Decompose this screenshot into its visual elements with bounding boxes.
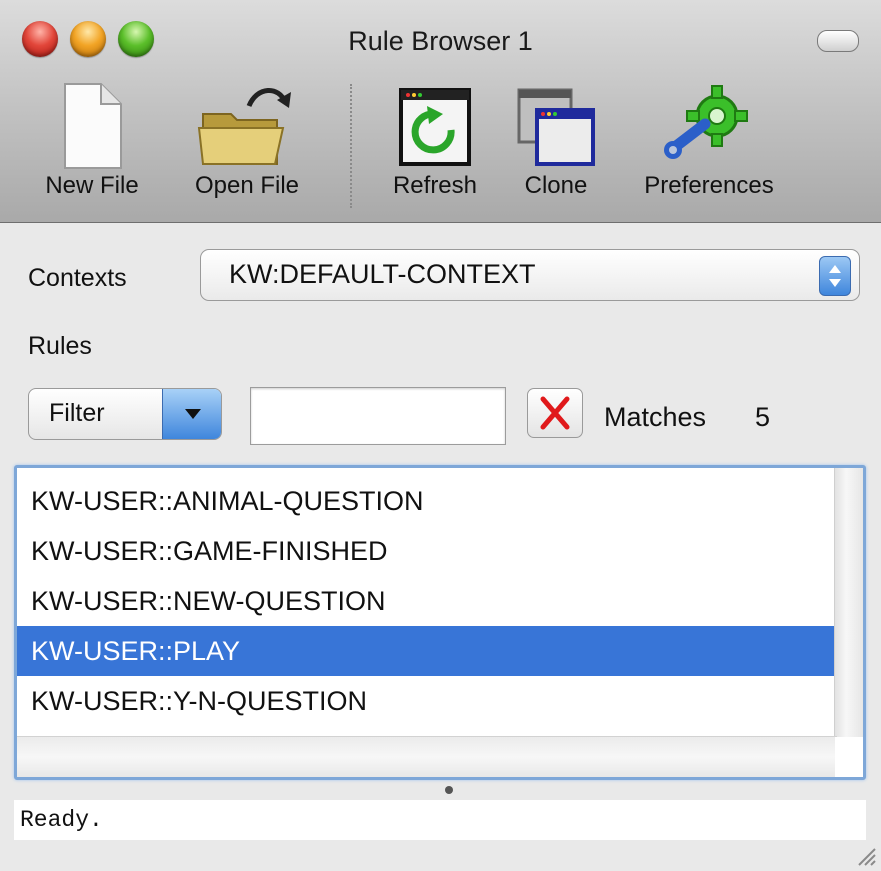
scroll-corner	[835, 737, 863, 777]
list-item[interactable]: KW-USER::GAME-FINISHED	[17, 526, 837, 576]
chevron-down-icon	[162, 389, 221, 439]
filter-search-input[interactable]	[250, 387, 506, 445]
popup-stepper-icon	[819, 256, 851, 296]
list-item[interactable]: KW-USER::Y-N-QUESTION	[17, 676, 837, 726]
horizontal-scrollbar[interactable]	[17, 736, 837, 777]
list-item-selected[interactable]: KW-USER::PLAY	[17, 626, 837, 676]
open-file-button[interactable]: Open File	[178, 80, 316, 200]
clear-filter-button[interactable]	[527, 388, 583, 438]
document-icon	[57, 80, 127, 172]
new-file-button[interactable]: New File	[30, 80, 154, 200]
preferences-label: Preferences	[644, 172, 774, 199]
refresh-button[interactable]: Refresh	[376, 80, 494, 200]
open-file-label: Open File	[194, 172, 300, 199]
resize-grip-icon[interactable]	[853, 843, 877, 867]
contexts-label: Contexts	[28, 264, 127, 292]
splitter-handle[interactable]	[445, 786, 453, 794]
close-icon	[540, 396, 570, 430]
status-bar: Ready.	[14, 800, 866, 840]
title-toolbar-bar: Rule Browser 1 New File Open File Refres…	[0, 0, 881, 223]
filter-value: Filter	[49, 399, 105, 427]
rules-heading: Rules	[28, 332, 92, 360]
refresh-icon	[395, 80, 475, 172]
clone-windows-icon	[513, 80, 599, 172]
refresh-label: Refresh	[392, 172, 478, 199]
toolbar-separator	[350, 84, 352, 208]
rules-list-items: KW-USER::ANIMAL-QUESTION KW-USER::GAME-F…	[17, 476, 837, 726]
window-title: Rule Browser 1	[348, 26, 533, 56]
matches-label: Matches	[604, 402, 707, 432]
gear-wrench-icon	[661, 80, 757, 172]
preferences-button[interactable]: Preferences	[624, 80, 794, 200]
toolbar-toggle-button[interactable]	[817, 30, 859, 52]
clone-button[interactable]: Clone	[508, 80, 604, 200]
folder-icon	[197, 80, 297, 172]
new-file-label: New File	[45, 172, 139, 199]
filter-dropdown[interactable]: Filter	[28, 388, 222, 440]
list-item[interactable]: KW-USER::NEW-QUESTION	[17, 576, 837, 626]
vertical-scrollbar[interactable]	[834, 468, 863, 738]
clone-label: Clone	[524, 172, 588, 199]
contexts-value: KW:DEFAULT-CONTEXT	[229, 259, 536, 289]
list-item[interactable]: KW-USER::ANIMAL-QUESTION	[17, 476, 837, 526]
contexts-popup[interactable]: KW:DEFAULT-CONTEXT	[200, 249, 860, 301]
matches-count: 5	[755, 402, 771, 432]
rules-list[interactable]: KW-USER::ANIMAL-QUESTION KW-USER::GAME-F…	[14, 465, 866, 780]
